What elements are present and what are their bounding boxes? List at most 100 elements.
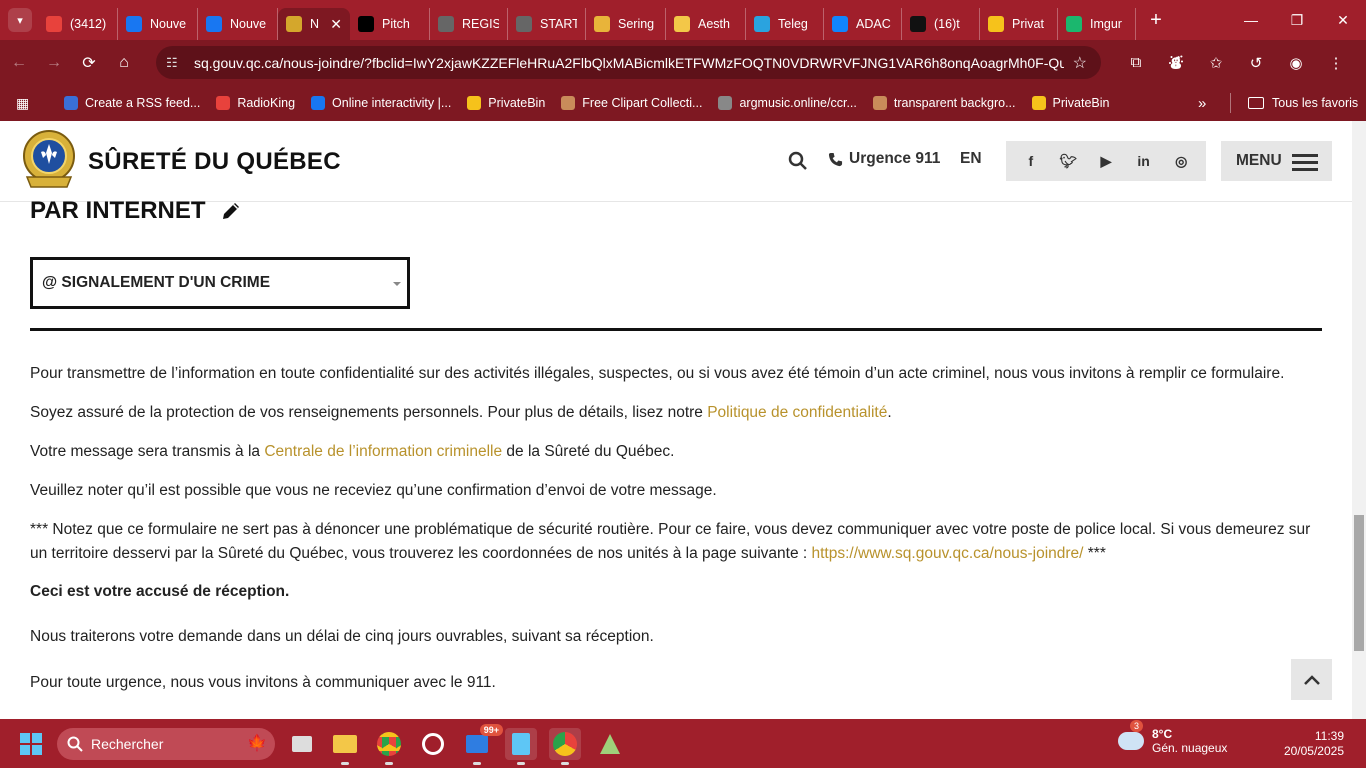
minimize-button[interactable]: — [1228, 0, 1274, 40]
contact-page-link[interactable]: https://www.sq.gouv.qc.ca/nous-joindre/ [812, 545, 1084, 562]
home-button[interactable]: ⌂ [108, 47, 140, 79]
history-icon[interactable]: ↺ [1238, 46, 1274, 79]
bookmark-item[interactable]: PrivateBin [1024, 89, 1118, 117]
browser-tab[interactable]: Nouve [118, 8, 198, 40]
bookmark-item[interactable]: Online interactivity |... [303, 89, 459, 117]
more-bookmarks-icon[interactable]: » [1198, 95, 1206, 112]
browser-tab[interactable]: Teleg [746, 8, 824, 40]
youtube-icon[interactable]: ▶ [1094, 149, 1118, 173]
bookmark-item[interactable]: Create a RSS feed... [56, 89, 208, 117]
browser-tab[interactable]: Sering [586, 8, 666, 40]
tab-title: Nouve [230, 17, 267, 31]
browser-tab[interactable]: (16)t [902, 8, 980, 40]
linkedin-icon[interactable]: in [1132, 149, 1156, 173]
start-button[interactable] [20, 733, 42, 755]
bookmark-item[interactable]: argmusic.online/ccr... [710, 89, 864, 117]
close-tab-icon[interactable]: ✕ [320, 16, 342, 33]
menu-button[interactable]: MENU [1221, 141, 1332, 181]
web-page: SÛRETÉ DU QUÉBEC Urgence 911 EN f 🐦︎ ▶ i… [0, 121, 1366, 719]
task-view-icon[interactable] [286, 728, 318, 760]
bookmark-star-icon[interactable]: ☆ [1073, 53, 1087, 73]
central-info-link[interactable]: Centrale de l’information criminelle [264, 443, 502, 460]
bookmark-item[interactable]: PrivateBin [459, 89, 553, 117]
maximize-button[interactable]: ❐ [1274, 0, 1320, 40]
incognito-icon[interactable]: ⛇ [1158, 46, 1194, 79]
tab-search-button[interactable]: ▾ [8, 8, 32, 32]
notepad-icon[interactable] [505, 728, 537, 765]
police-badge-logo[interactable] [21, 129, 77, 193]
app-launcher-icon[interactable] [594, 728, 626, 760]
language-switch[interactable]: EN [960, 150, 982, 168]
chrome-active-icon[interactable] [549, 728, 581, 765]
weather-widget[interactable]: 3 8°C Gén. nuageux [1118, 720, 1227, 755]
butterfly-icon [832, 16, 848, 32]
favorites-icon[interactable]: ✩ [1198, 46, 1234, 79]
more-menu-icon[interactable]: ⋮ [1318, 46, 1354, 79]
close-window-button[interactable]: ✕ [1320, 0, 1366, 40]
browser-tab[interactable]: REGIS [430, 8, 508, 40]
new-tab-button[interactable]: + [1142, 9, 1170, 32]
social-links: f 🐦︎ ▶ in ◎ [1006, 141, 1206, 181]
privacy-policy-link[interactable]: Politique de confidentialité [707, 404, 887, 421]
paragraph-privacy-end: . [887, 404, 892, 421]
bookmark-label: RadioKing [237, 96, 296, 110]
bookmark-item[interactable]: RadioKing [208, 89, 303, 117]
all-bookmarks-label: Tous les favoris [1272, 96, 1359, 110]
paragraph-central-end: de la Sûreté du Québec. [502, 443, 675, 460]
back-button[interactable]: ← [3, 47, 35, 79]
file-explorer-icon[interactable] [329, 728, 361, 765]
bookmark-item[interactable]: transparent backgro... [865, 89, 1024, 117]
address-bar[interactable]: ☷ sq.gouv.qc.ca/nous-joindre/?fbclid=IwY… [156, 46, 1101, 79]
temperature: 8°C [1152, 727, 1173, 741]
bookmark-favicon [1031, 96, 1046, 110]
apps-grid-icon[interactable]: ▦ [16, 95, 36, 112]
taskbar-search[interactable]: Rechercher 🍁 [57, 728, 275, 760]
bookmark-favicon [718, 96, 733, 110]
clock-time: 11:39 [1314, 729, 1344, 743]
site-info-icon[interactable]: ☷ [166, 55, 186, 71]
bookmark-label: PrivateBin [488, 96, 546, 110]
sync-icon[interactable] [417, 728, 449, 760]
paragraph-receipt: Ceci est votre accusé de réception. [30, 580, 1320, 604]
emergency-phone-link[interactable]: Urgence 911 [828, 150, 940, 168]
browser-tab[interactable]: Nouve [198, 8, 278, 40]
browser-tab[interactable]: ADAC [824, 8, 902, 40]
mail-app-icon[interactable]: 99+ [461, 724, 503, 765]
form-type-select[interactable]: @ SIGNALEMENT D'UN CRIME [30, 257, 410, 309]
search-icon[interactable] [788, 151, 808, 171]
mail-badge: 99+ [479, 724, 503, 736]
scrollbar-thumb[interactable] [1354, 515, 1364, 651]
browser-tab[interactable]: Imgur [1058, 8, 1136, 40]
weather-badge: 3 [1130, 720, 1144, 732]
bookmark-favicon [311, 96, 326, 110]
reload-button[interactable]: ⟳ [73, 47, 105, 79]
tab-title: START [540, 17, 577, 31]
extensions-icon[interactable]: ⧉ [1118, 46, 1154, 79]
bookmark-item[interactable]: Free Clipart Collecti... [553, 89, 710, 117]
browser-tab[interactable]: START [508, 8, 586, 40]
tab-title: Pitch [382, 17, 410, 31]
page-scrollbar[interactable] [1352, 121, 1366, 719]
twitter-icon[interactable]: 🐦︎ [1056, 149, 1080, 173]
bookmark-label: transparent backgro... [893, 96, 1016, 110]
browser-tab[interactable]: Aesth [666, 8, 746, 40]
browser-tab[interactable]: (3412) [38, 8, 118, 40]
system-clock[interactable]: 11:39 20/05/2025 [1284, 729, 1344, 759]
facebook-icon[interactable]: f [1019, 149, 1043, 173]
police-badge-icon [286, 16, 302, 32]
browser-tab[interactable]: Pitch [350, 8, 430, 40]
receipt-text: Ceci est votre accusé de réception. [30, 583, 290, 600]
bookmark-favicon [872, 96, 887, 110]
bookmarks-bar: ▦ Create a RSS feed... RadioKing Online in… [0, 85, 1366, 121]
scroll-to-top-button[interactable] [1291, 659, 1332, 700]
site-name[interactable]: SÛRETÉ DU QUÉBEC [88, 148, 341, 176]
forward-button[interactable]: → [38, 47, 70, 79]
bookmark-label: argmusic.online/ccr... [739, 96, 857, 110]
url-text[interactable]: sq.gouv.qc.ca/nous-joindre/?fbclid=IwY2x… [194, 55, 1064, 71]
profile-avatar[interactable]: ◉ [1278, 46, 1314, 79]
instagram-icon[interactable]: ◎ [1169, 149, 1193, 173]
all-bookmarks-button[interactable]: Tous les favoris [1248, 96, 1358, 110]
browser-tab[interactable]: Privat [980, 8, 1058, 40]
browser-tab[interactable]: N ✕ [278, 8, 350, 40]
chrome-icon[interactable] [373, 728, 405, 765]
